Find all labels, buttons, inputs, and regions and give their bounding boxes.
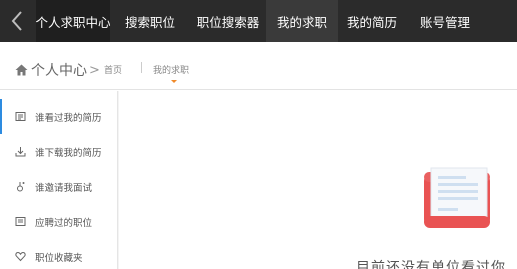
- breadcrumb-home[interactable]: 个人中心 >: [15, 60, 100, 80]
- resume-icon: [14, 111, 26, 123]
- back-button[interactable]: [0, 0, 34, 42]
- sidebar-item-label: 谁邀请我面试: [35, 182, 93, 194]
- empty-document-illustration: [424, 167, 490, 228]
- main-content: 目前还没有单位看过你: [119, 91, 517, 269]
- breadcrumb-link-my-applications[interactable]: 我的求职: [153, 63, 189, 76]
- sidebar-item-label: 应聘过的职位: [35, 217, 93, 229]
- sidebar-item-label: 职位收藏夹: [35, 252, 83, 264]
- breadcrumb-arrow: >: [89, 62, 100, 78]
- heart-icon: [14, 251, 26, 263]
- empty-state-message: 目前还没有单位看过你: [356, 260, 506, 269]
- nav-my-resume[interactable]: 我的简历: [338, 0, 406, 42]
- breadcrumb-home-label: 个人中心: [31, 63, 87, 79]
- chevron-left-icon: [11, 11, 22, 31]
- invite-icon: [14, 181, 26, 193]
- home-icon: [15, 64, 28, 76]
- sidebar: 谁看过我的简历 谁下载我的简历 谁邀请我面试 应聘过的职位 职位收藏夹: [0, 91, 118, 269]
- breadcrumb: 个人中心 > 首页 我的求职: [0, 42, 517, 90]
- sidebar-item-viewed-resume[interactable]: 谁看过我的简历: [0, 99, 117, 134]
- download-icon: [14, 146, 26, 158]
- sidebar-item-job-favorites[interactable]: 职位收藏夹: [0, 239, 117, 269]
- breadcrumb-divider: [141, 62, 142, 73]
- top-nav-bar: 个人求职中心 搜索职位 职位搜索器 我的求职 我的简历 账号管理: [0, 0, 517, 42]
- nav-my-applications[interactable]: 我的求职: [266, 0, 338, 42]
- sidebar-item-label: 谁看过我的简历: [35, 112, 102, 124]
- nav-account-management[interactable]: 账号管理: [406, 0, 484, 42]
- breadcrumb-active-caret: [171, 80, 177, 83]
- sidebar-item-label: 谁下载我的简历: [35, 147, 102, 159]
- applied-icon: [14, 216, 26, 228]
- nav-search-jobs[interactable]: 搜索职位: [110, 0, 190, 42]
- sidebar-item-applied-jobs[interactable]: 应聘过的职位: [0, 204, 117, 239]
- nav-personal-center[interactable]: 个人求职中心: [36, 0, 111, 42]
- sidebar-item-downloaded-resume[interactable]: 谁下载我的简历: [0, 134, 117, 169]
- breadcrumb-link-home[interactable]: 首页: [104, 63, 122, 76]
- nav-job-searcher[interactable]: 职位搜索器: [190, 0, 266, 42]
- sidebar-item-interview-invites[interactable]: 谁邀请我面试: [0, 169, 117, 204]
